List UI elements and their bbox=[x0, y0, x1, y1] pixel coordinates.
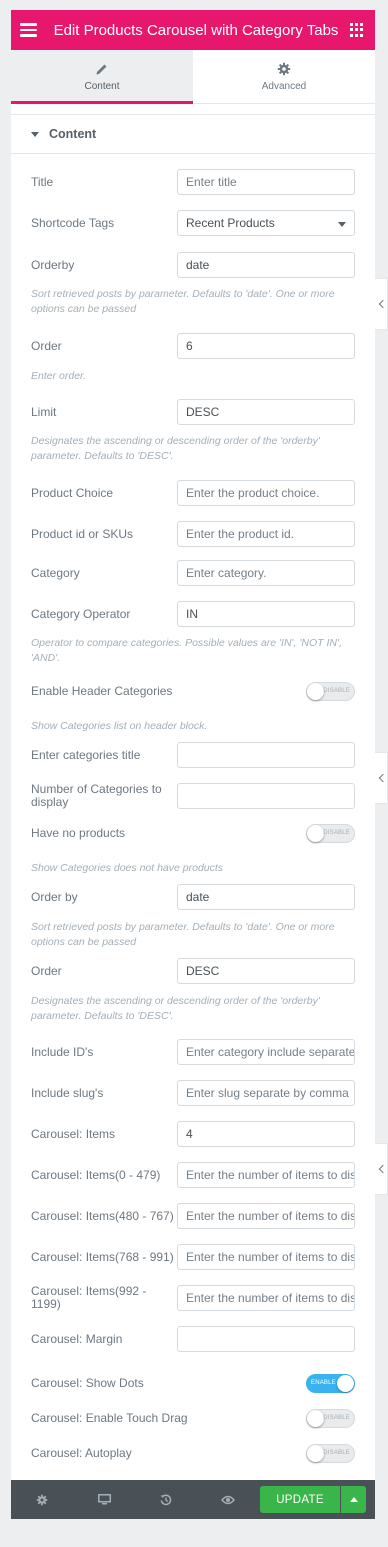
carousel-margin-input[interactable] bbox=[177, 1326, 355, 1352]
editor-panel: Edit Products Carousel with Category Tab… bbox=[11, 10, 375, 1519]
order-2-description: Designates the ascending or descending o… bbox=[31, 995, 320, 1022]
enable-header-categories-description: Show Categories list on header block. bbox=[31, 720, 208, 732]
order-label: Order bbox=[31, 339, 62, 353]
caret-up-icon bbox=[349, 1497, 358, 1502]
shortcode-tags-label: Shortcode Tags bbox=[31, 216, 115, 230]
order-by-label: Order by bbox=[31, 890, 78, 904]
carousel-items-0-479-label: Carousel: Items(0 - 479) bbox=[31, 1168, 161, 1182]
include-ids-input[interactable]: Enter category include separate by comma bbox=[177, 1039, 355, 1065]
section-content-toggle[interactable]: Content bbox=[11, 114, 375, 154]
title-input[interactable]: Enter title bbox=[177, 169, 355, 195]
category-label: Category bbox=[31, 566, 80, 580]
order-2-label: Order bbox=[31, 964, 62, 978]
tab-advanced[interactable]: Advanced bbox=[193, 50, 375, 103]
section-title: Content bbox=[49, 127, 97, 141]
order-by-input[interactable]: date bbox=[177, 884, 355, 910]
panel-footer: UPDATE bbox=[11, 1480, 375, 1519]
product-choice-label: Product Choice bbox=[31, 486, 114, 500]
orderby-label: Orderby bbox=[31, 258, 75, 272]
tab-content[interactable]: Content bbox=[11, 50, 193, 104]
carousel-items-480-767-label: Carousel: Items(480 - 767) bbox=[31, 1209, 174, 1223]
have-no-products-label: Have no products bbox=[31, 826, 126, 840]
limit-label: Limit bbox=[31, 405, 57, 419]
carousel-autoplay-label: Carousel: Autoplay bbox=[31, 1446, 132, 1460]
update-options-button[interactable] bbox=[341, 1486, 366, 1513]
caret-down-icon bbox=[31, 131, 39, 137]
enable-header-categories-label: Enable Header Categories bbox=[31, 684, 173, 698]
include-slugs-input[interactable]: Enter slug separate by comma bbox=[177, 1080, 355, 1106]
include-ids-label: Include ID's bbox=[31, 1045, 94, 1059]
grid-icon[interactable] bbox=[350, 23, 364, 37]
order-description: Enter order. bbox=[31, 370, 87, 382]
collapse-panel-handle[interactable] bbox=[375, 752, 388, 804]
product-choice-input[interactable]: Enter the product choice. bbox=[177, 480, 355, 506]
panel-tabs: Content Advanced bbox=[11, 50, 375, 104]
limit-input[interactable]: DESC bbox=[177, 399, 355, 425]
carousel-items-768-991-input[interactable]: Enter the number of items to display bbox=[177, 1244, 355, 1270]
collapse-panel-handle[interactable] bbox=[375, 278, 388, 330]
panel-title: Edit Products Carousel with Category Tab… bbox=[53, 21, 339, 39]
carousel-items-0-479-input[interactable]: Enter the number of items to display bbox=[177, 1162, 355, 1188]
shortcode-tags-select[interactable]: Recent Products bbox=[177, 210, 355, 236]
settings-icon[interactable] bbox=[11, 1480, 73, 1519]
toggle-state-text: DISABLE bbox=[323, 1450, 350, 1456]
categories-title-label: Enter categories title bbox=[31, 748, 141, 762]
panel-header: Edit Products Carousel with Category Tab… bbox=[11, 10, 375, 50]
orderby-input[interactable]: date bbox=[177, 252, 355, 278]
toggle-knob bbox=[307, 1410, 324, 1427]
order-input[interactable]: 6 bbox=[177, 333, 355, 359]
order-2-input[interactable]: DESC bbox=[177, 958, 355, 984]
toggle-state-text: ENABLE bbox=[311, 1380, 336, 1386]
have-no-products-toggle[interactable]: DISABLE bbox=[306, 824, 355, 843]
product-ids-input[interactable]: Enter the product id. bbox=[177, 521, 355, 547]
order-by-description: Sort retrieved posts by parameter. Defau… bbox=[31, 921, 335, 948]
toggle-knob bbox=[307, 825, 324, 842]
history-icon[interactable] bbox=[135, 1480, 197, 1519]
carousel-autoplay-toggle[interactable]: DISABLE bbox=[306, 1444, 355, 1463]
limit-description: Designates the ascending or descending o… bbox=[31, 435, 320, 462]
toggle-knob bbox=[307, 683, 324, 700]
carousel-margin-label: Carousel: Margin bbox=[31, 1332, 123, 1346]
num-categories-label: Number of Categories to display bbox=[31, 782, 162, 809]
gear-icon bbox=[277, 62, 291, 75]
num-categories-input[interactable] bbox=[177, 783, 355, 809]
tab-content-label: Content bbox=[84, 80, 120, 92]
category-input[interactable]: Enter category. bbox=[177, 560, 355, 586]
product-ids-label: Product id or SKUs bbox=[31, 527, 134, 541]
carousel-items-label: Carousel: Items bbox=[31, 1127, 116, 1141]
categories-title-input[interactable] bbox=[177, 742, 355, 768]
toggle-state-text: DISABLE bbox=[323, 1415, 350, 1421]
toggle-state-text: DISABLE bbox=[323, 688, 350, 694]
title-label: Title bbox=[31, 175, 54, 189]
toggle-knob bbox=[307, 1445, 324, 1462]
toggle-knob bbox=[337, 1375, 354, 1392]
carousel-items-768-991-label: Carousel: Items(768 - 991) bbox=[31, 1250, 174, 1264]
have-no-products-description: Show Categories does not have products bbox=[31, 862, 224, 874]
orderby-description: Sort retrieved posts by parameter. Defau… bbox=[31, 288, 335, 315]
tab-advanced-label: Advanced bbox=[261, 80, 307, 92]
toggle-state-text: DISABLE bbox=[323, 830, 350, 836]
pencil-icon bbox=[96, 64, 107, 74]
responsive-icon[interactable] bbox=[73, 1480, 135, 1519]
carousel-touch-drag-label: Carousel: Enable Touch Drag bbox=[31, 1411, 188, 1425]
category-operator-description: Operator to compare categories. Possible… bbox=[31, 637, 342, 664]
carousel-items-input[interactable]: 4 bbox=[177, 1121, 355, 1147]
category-operator-label: Category Operator bbox=[31, 607, 131, 621]
update-button[interactable]: UPDATE bbox=[260, 1486, 340, 1513]
include-slugs-label: Include slug's bbox=[31, 1086, 104, 1100]
carousel-items-992-1199-input[interactable]: Enter the number of items to display bbox=[177, 1285, 355, 1311]
category-operator-input[interactable]: IN bbox=[177, 601, 355, 627]
carousel-items-480-767-input[interactable]: Enter the number of items to display bbox=[177, 1203, 355, 1229]
carousel-touch-drag-toggle[interactable]: DISABLE bbox=[306, 1409, 355, 1428]
hamburger-icon[interactable] bbox=[20, 19, 42, 41]
enable-header-categories-toggle[interactable]: DISABLE bbox=[306, 682, 355, 701]
carousel-show-dots-label: Carousel: Show Dots bbox=[31, 1376, 144, 1390]
carousel-show-dots-toggle[interactable]: ENABLE bbox=[306, 1374, 355, 1393]
carousel-items-992-1199-label: Carousel: Items(992 - 1199) bbox=[31, 1284, 147, 1311]
collapse-panel-handle[interactable] bbox=[375, 1143, 388, 1195]
preview-icon[interactable] bbox=[197, 1480, 259, 1519]
